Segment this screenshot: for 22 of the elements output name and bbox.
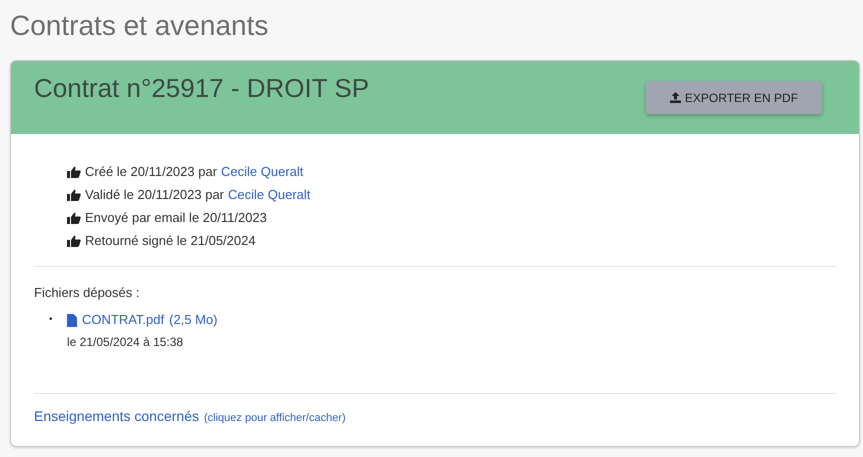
courses-toggle-link[interactable]: Enseignements concernés xyxy=(34,408,199,424)
history-entry: Retourné signé le 21/05/2024 xyxy=(85,232,256,250)
files-label: Fichiers déposés : xyxy=(34,284,140,302)
thumbs-up-icon xyxy=(67,166,81,178)
export-pdf-button[interactable]: EXPORTER EN PDF xyxy=(646,81,822,114)
author-link[interactable]: Cecile Queralt xyxy=(221,160,304,183)
contract-title: Contrat n°25917 - DROIT SP xyxy=(34,73,370,104)
history-entry: Validé le 20/11/2023 par xyxy=(85,186,224,204)
thumbs-up-icon xyxy=(67,212,81,224)
author-link[interactable]: Cecile Queralt xyxy=(228,183,310,206)
history-entry: Créé le 20/11/2023 par xyxy=(85,163,218,181)
page-title: Contrats et avenants xyxy=(10,9,270,43)
toggle-hint: (cliquez pour afficher/cacher) xyxy=(204,412,346,424)
file-size: (2,5 Mo) xyxy=(169,311,218,329)
history-entry: Envoyé par email le 20/11/2023 xyxy=(85,209,267,227)
list-bullet: • xyxy=(49,313,54,327)
thumbs-up-icon xyxy=(67,188,81,200)
file-icon xyxy=(67,314,77,326)
file-link[interactable]: CONTRAT.pdf xyxy=(82,309,164,331)
thumbs-up-icon xyxy=(67,234,81,246)
upload-date: le 21/05/2024 à 15:38 xyxy=(67,334,184,351)
upload-icon xyxy=(670,92,681,103)
